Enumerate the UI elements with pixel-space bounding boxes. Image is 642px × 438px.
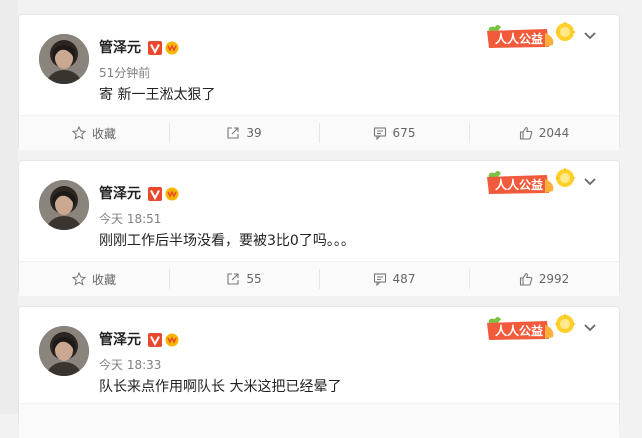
post-text: 队长来点作用啊队长 大米这把已经晕了	[99, 379, 342, 395]
favorite-button[interactable]: 收藏	[19, 116, 169, 150]
repost-button[interactable]: 39	[169, 116, 319, 150]
post-time[interactable]: 今天 18:33	[99, 357, 161, 373]
weibo-post-1: 管泽元 51分钟前 寄 新一王淞太狠了 人人公益 收藏 39 675 2044	[18, 14, 620, 150]
weibo-post-3: 管泽元 今天 18:33 队长来点作用啊队长 大米这把已经晕了 人人公益	[18, 306, 620, 438]
comment-button[interactable]: 675	[319, 116, 469, 150]
vip-icon	[165, 187, 179, 201]
post-text: 刚刚工作后半场没看，要被3比0了吗。。。	[99, 233, 355, 249]
post-time[interactable]: 51分钟前	[99, 65, 150, 81]
left-gutter	[0, 0, 18, 414]
chevron-down-icon[interactable]	[583, 31, 597, 41]
chevron-down-icon[interactable]	[583, 323, 597, 333]
favorite-button[interactable]: 收藏	[19, 262, 169, 296]
svg-text:人人公益: 人人公益	[495, 177, 543, 192]
like-count: 2044	[538, 126, 570, 140]
avatar[interactable]	[39, 326, 89, 376]
gongyi-badge-icon[interactable]: 人人公益	[483, 313, 583, 343]
verified-v-icon	[148, 41, 162, 55]
gongyi-badge-icon[interactable]: 人人公益	[483, 167, 583, 197]
gongyi-badge-icon[interactable]: 人人公益	[483, 21, 583, 51]
action-bar: 收藏 39 675 2044	[19, 115, 619, 150]
action-bar: 收藏 55 487 2992	[19, 261, 619, 296]
like-button[interactable]: 2044	[469, 116, 619, 150]
like-icon	[519, 126, 532, 140]
like-count: 2992	[538, 272, 570, 286]
vip-icon	[165, 333, 179, 347]
comment-count: 675	[392, 126, 416, 140]
repost-icon	[227, 127, 239, 139]
vip-icon	[165, 41, 179, 55]
verified-v-icon	[148, 333, 162, 347]
like-button[interactable]: 2992	[469, 262, 619, 296]
action-bar	[19, 403, 619, 438]
avatar[interactable]	[39, 34, 89, 84]
chevron-down-icon[interactable]	[583, 177, 597, 187]
weibo-feed: 管泽元 51分钟前 寄 新一王淞太狠了 人人公益 收藏 39 675 2044 …	[0, 0, 642, 438]
favorite-label: 收藏	[91, 272, 116, 287]
star-icon	[71, 272, 86, 286]
repost-count: 39	[246, 126, 262, 140]
comment-button[interactable]: 487	[319, 262, 469, 296]
author-name[interactable]: 管泽元	[99, 39, 141, 57]
weibo-post-2: 管泽元 今天 18:51 刚刚工作后半场没看，要被3比0了吗。。。 人人公益 收…	[18, 160, 620, 296]
svg-text:人人公益: 人人公益	[495, 323, 543, 338]
repost-icon	[227, 273, 239, 285]
comment-count: 487	[392, 272, 416, 286]
post-text: 寄 新一王淞太狠了	[99, 87, 216, 103]
comment-icon	[373, 273, 386, 286]
avatar[interactable]	[39, 180, 89, 230]
post-time[interactable]: 今天 18:51	[99, 211, 161, 227]
author-name[interactable]: 管泽元	[99, 331, 141, 349]
svg-text:人人公益: 人人公益	[495, 31, 543, 46]
star-icon	[71, 126, 86, 140]
verified-v-icon	[148, 187, 162, 201]
repost-count: 55	[246, 272, 262, 286]
author-name[interactable]: 管泽元	[99, 185, 141, 203]
favorite-label: 收藏	[91, 126, 116, 141]
repost-button[interactable]: 55	[169, 262, 319, 296]
comment-icon	[373, 127, 386, 140]
like-icon	[519, 272, 532, 286]
